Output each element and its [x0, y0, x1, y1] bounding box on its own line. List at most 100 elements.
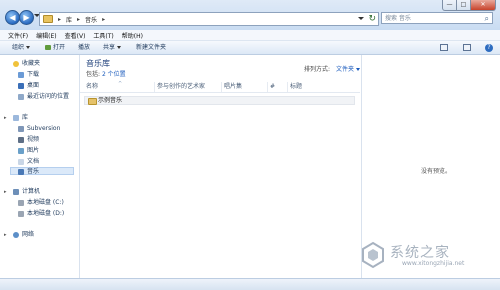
navigation-pane: 收藏夹 下载 桌面 最近访问的位置 ▸ 库 Subversion 视频 图片 文… — [0, 55, 80, 278]
change-view-icon[interactable] — [440, 44, 448, 51]
share-button[interactable]: 共享 — [103, 41, 122, 54]
title-bar: ◀ ▶ ▸ 库 ▸ 音乐 ▸ ↻ 搜索 音乐 ⌕ — □ ✕ — [0, 0, 500, 31]
refresh-icon[interactable]: ↻ — [368, 13, 376, 25]
search-icon: ⌕ — [484, 14, 489, 23]
breadcrumb-item-music[interactable]: 音乐 — [85, 15, 97, 24]
forward-button[interactable]: ▶ — [19, 10, 34, 25]
library-locations-link[interactable]: 2 个位置 — [102, 71, 126, 78]
back-arrow-icon: ◀ — [9, 13, 16, 22]
nav-desktop-label: 桌面 — [27, 82, 40, 89]
no-preview-message: 没有预览。 — [421, 168, 452, 175]
watermark-logo-icon — [362, 241, 384, 269]
nav-documents-label: 文档 — [27, 158, 40, 165]
nav-videos-label: 视频 — [27, 136, 40, 143]
menu-help[interactable]: 帮助(H) — [122, 31, 143, 40]
nav-documents[interactable]: 文档 — [18, 158, 39, 166]
close-button[interactable]: ✕ — [470, 0, 496, 11]
open-label: 打开 — [53, 44, 66, 51]
nav-recent-places[interactable]: 最近访问的位置 — [18, 93, 69, 101]
file-list-pane: 音乐库 包括: 2 个位置 排列方式: 文件夹 名称 ^ 参与创作的艺术家 唱片… — [80, 55, 360, 278]
nav-drive-c[interactable]: 本地磁盘 (C:) — [18, 199, 64, 207]
column-contributing-artists[interactable]: 参与创作的艺术家 — [154, 82, 221, 92]
expand-arrow-icon[interactable]: ▸ — [4, 188, 7, 196]
maximize-button[interactable]: □ — [456, 0, 471, 11]
open-button[interactable]: 打开 — [45, 41, 65, 54]
nav-network[interactable]: 网络 — [13, 231, 34, 239]
menu-view[interactable]: 查看(V) — [65, 31, 86, 40]
menu-edit[interactable]: 编辑(E) — [36, 31, 56, 40]
breadcrumb: ▸ 库 ▸ 音乐 ▸ — [53, 15, 110, 24]
nav-computer-label: 计算机 — [22, 188, 41, 195]
new-folder-button[interactable]: 新建文件夹 — [136, 41, 166, 54]
column-album[interactable]: 唱片集 — [221, 82, 267, 92]
column-title[interactable]: 标题 — [287, 82, 360, 92]
search-placeholder: 搜索 音乐 — [385, 15, 411, 22]
nav-subversion[interactable]: Subversion — [18, 125, 60, 133]
nav-drive-d[interactable]: 本地磁盘 (D:) — [18, 210, 64, 218]
column-track-number[interactable]: # — [267, 82, 287, 92]
address-history-dropdown-icon[interactable] — [358, 17, 364, 20]
nav-favorites-label: 收藏夹 — [22, 60, 41, 67]
drive-icon — [18, 210, 24, 217]
nav-downloads-label: 下载 — [27, 71, 40, 78]
status-bar — [0, 278, 500, 290]
nav-favorites[interactable]: 收藏夹 — [13, 60, 40, 68]
expand-arrow-icon[interactable]: ▸ — [4, 231, 7, 239]
nav-downloads[interactable]: 下载 — [18, 71, 39, 79]
menu-tools[interactable]: 工具(T) — [93, 31, 113, 40]
desktop-icon — [18, 82, 24, 89]
recent-places-icon — [18, 93, 24, 100]
nav-drive-d-label: 本地磁盘 (D:) — [27, 210, 65, 217]
play-all-button[interactable]: 播放 — [78, 41, 90, 54]
open-icon — [45, 45, 51, 50]
nav-pictures-label: 图片 — [27, 147, 40, 154]
list-item-name: 示例音乐 — [98, 97, 123, 104]
menu-file[interactable]: 文件(F) — [8, 31, 28, 40]
pictures-icon — [18, 147, 24, 154]
search-input[interactable]: 搜索 音乐 ⌕ — [381, 12, 493, 24]
arrange-by-dropdown[interactable]: 文件夹 — [336, 66, 354, 73]
nav-pictures[interactable]: 图片 — [18, 147, 39, 155]
forward-arrow-icon: ▶ — [23, 13, 30, 22]
breadcrumb-item-library[interactable]: 库 — [66, 15, 72, 24]
library-subtitle: 包括: 2 个位置 — [86, 69, 126, 78]
nav-computer[interactable]: 计算机 — [13, 188, 40, 196]
videos-icon — [18, 136, 24, 143]
column-header-row: 名称 ^ 参与创作的艺术家 唱片集 # 标题 — [80, 81, 360, 93]
watermark-text: 系统之家 — [390, 245, 450, 261]
downloads-icon — [18, 71, 24, 78]
expand-arrow-icon[interactable]: ▸ — [4, 114, 7, 122]
chevron-down-icon — [355, 68, 360, 71]
library-includes-label: 包括: — [86, 71, 101, 78]
nav-music[interactable]: 音乐 — [10, 167, 74, 175]
minimize-button[interactable]: — — [442, 0, 457, 11]
nav-libraries[interactable]: 库 — [13, 114, 28, 122]
nav-music-label: 音乐 — [27, 168, 40, 175]
computer-icon — [13, 188, 19, 195]
organize-label: 组织 — [12, 44, 25, 51]
menu-bar: 文件(F) 编辑(E) 查看(V) 工具(T) 帮助(H) — [0, 30, 500, 41]
chevron-down-icon — [26, 46, 31, 49]
preview-pane-icon[interactable] — [463, 44, 471, 51]
documents-icon — [18, 158, 24, 165]
watermark-url: www.xitongzhijia.net — [402, 260, 465, 267]
breadcrumb-separator-icon[interactable]: ▸ — [58, 16, 61, 23]
drive-icon — [18, 199, 24, 206]
nav-desktop[interactable]: 桌面 — [18, 82, 39, 90]
command-bar: 组织 打开 播放 共享 新建文件夹 ? — [0, 41, 500, 55]
breadcrumb-separator-icon[interactable]: ▸ — [77, 16, 80, 23]
new-folder-label: 新建文件夹 — [136, 44, 167, 51]
network-icon — [13, 231, 19, 238]
subversion-icon — [18, 125, 24, 132]
back-button[interactable]: ◀ — [5, 10, 20, 25]
nav-subversion-label: Subversion — [27, 125, 61, 132]
nav-videos[interactable]: 视频 — [18, 136, 39, 144]
folder-icon — [88, 98, 97, 105]
arrange-by: 排列方式: 文件夹 — [304, 64, 360, 73]
address-bar[interactable]: ▸ 库 ▸ 音乐 ▸ ↻ — [39, 12, 379, 26]
help-icon[interactable]: ? — [485, 44, 493, 52]
organize-button[interactable]: 组织 — [12, 41, 31, 54]
watermark: 系统之家 www.xitongzhijia.net — [358, 238, 498, 278]
breadcrumb-separator-icon[interactable]: ▸ — [102, 16, 105, 23]
list-item[interactable]: 示例音乐 — [84, 96, 355, 105]
